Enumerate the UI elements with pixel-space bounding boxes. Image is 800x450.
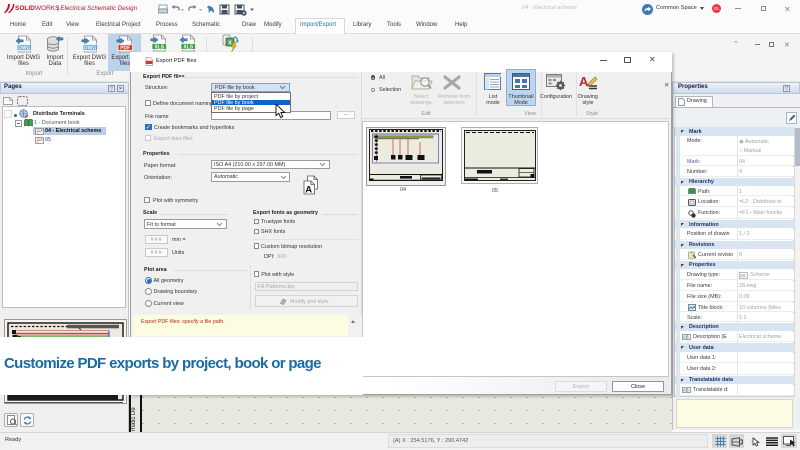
svg-text:AB: AB xyxy=(683,334,689,339)
svg-text:DWG: DWG xyxy=(84,45,96,51)
svg-text:XLS: XLS xyxy=(183,44,193,50)
svg-text:PDF: PDF xyxy=(120,45,130,51)
svg-text:AB: AB xyxy=(683,388,689,393)
svg-text:A: A xyxy=(305,185,312,196)
svg-text:A: A xyxy=(579,74,589,89)
svg-text:X: X xyxy=(228,41,232,47)
svg-text:DWG: DWG xyxy=(18,45,30,51)
svg-text:aB: aB xyxy=(740,273,746,278)
svg-text:XLS: XLS xyxy=(154,44,164,50)
